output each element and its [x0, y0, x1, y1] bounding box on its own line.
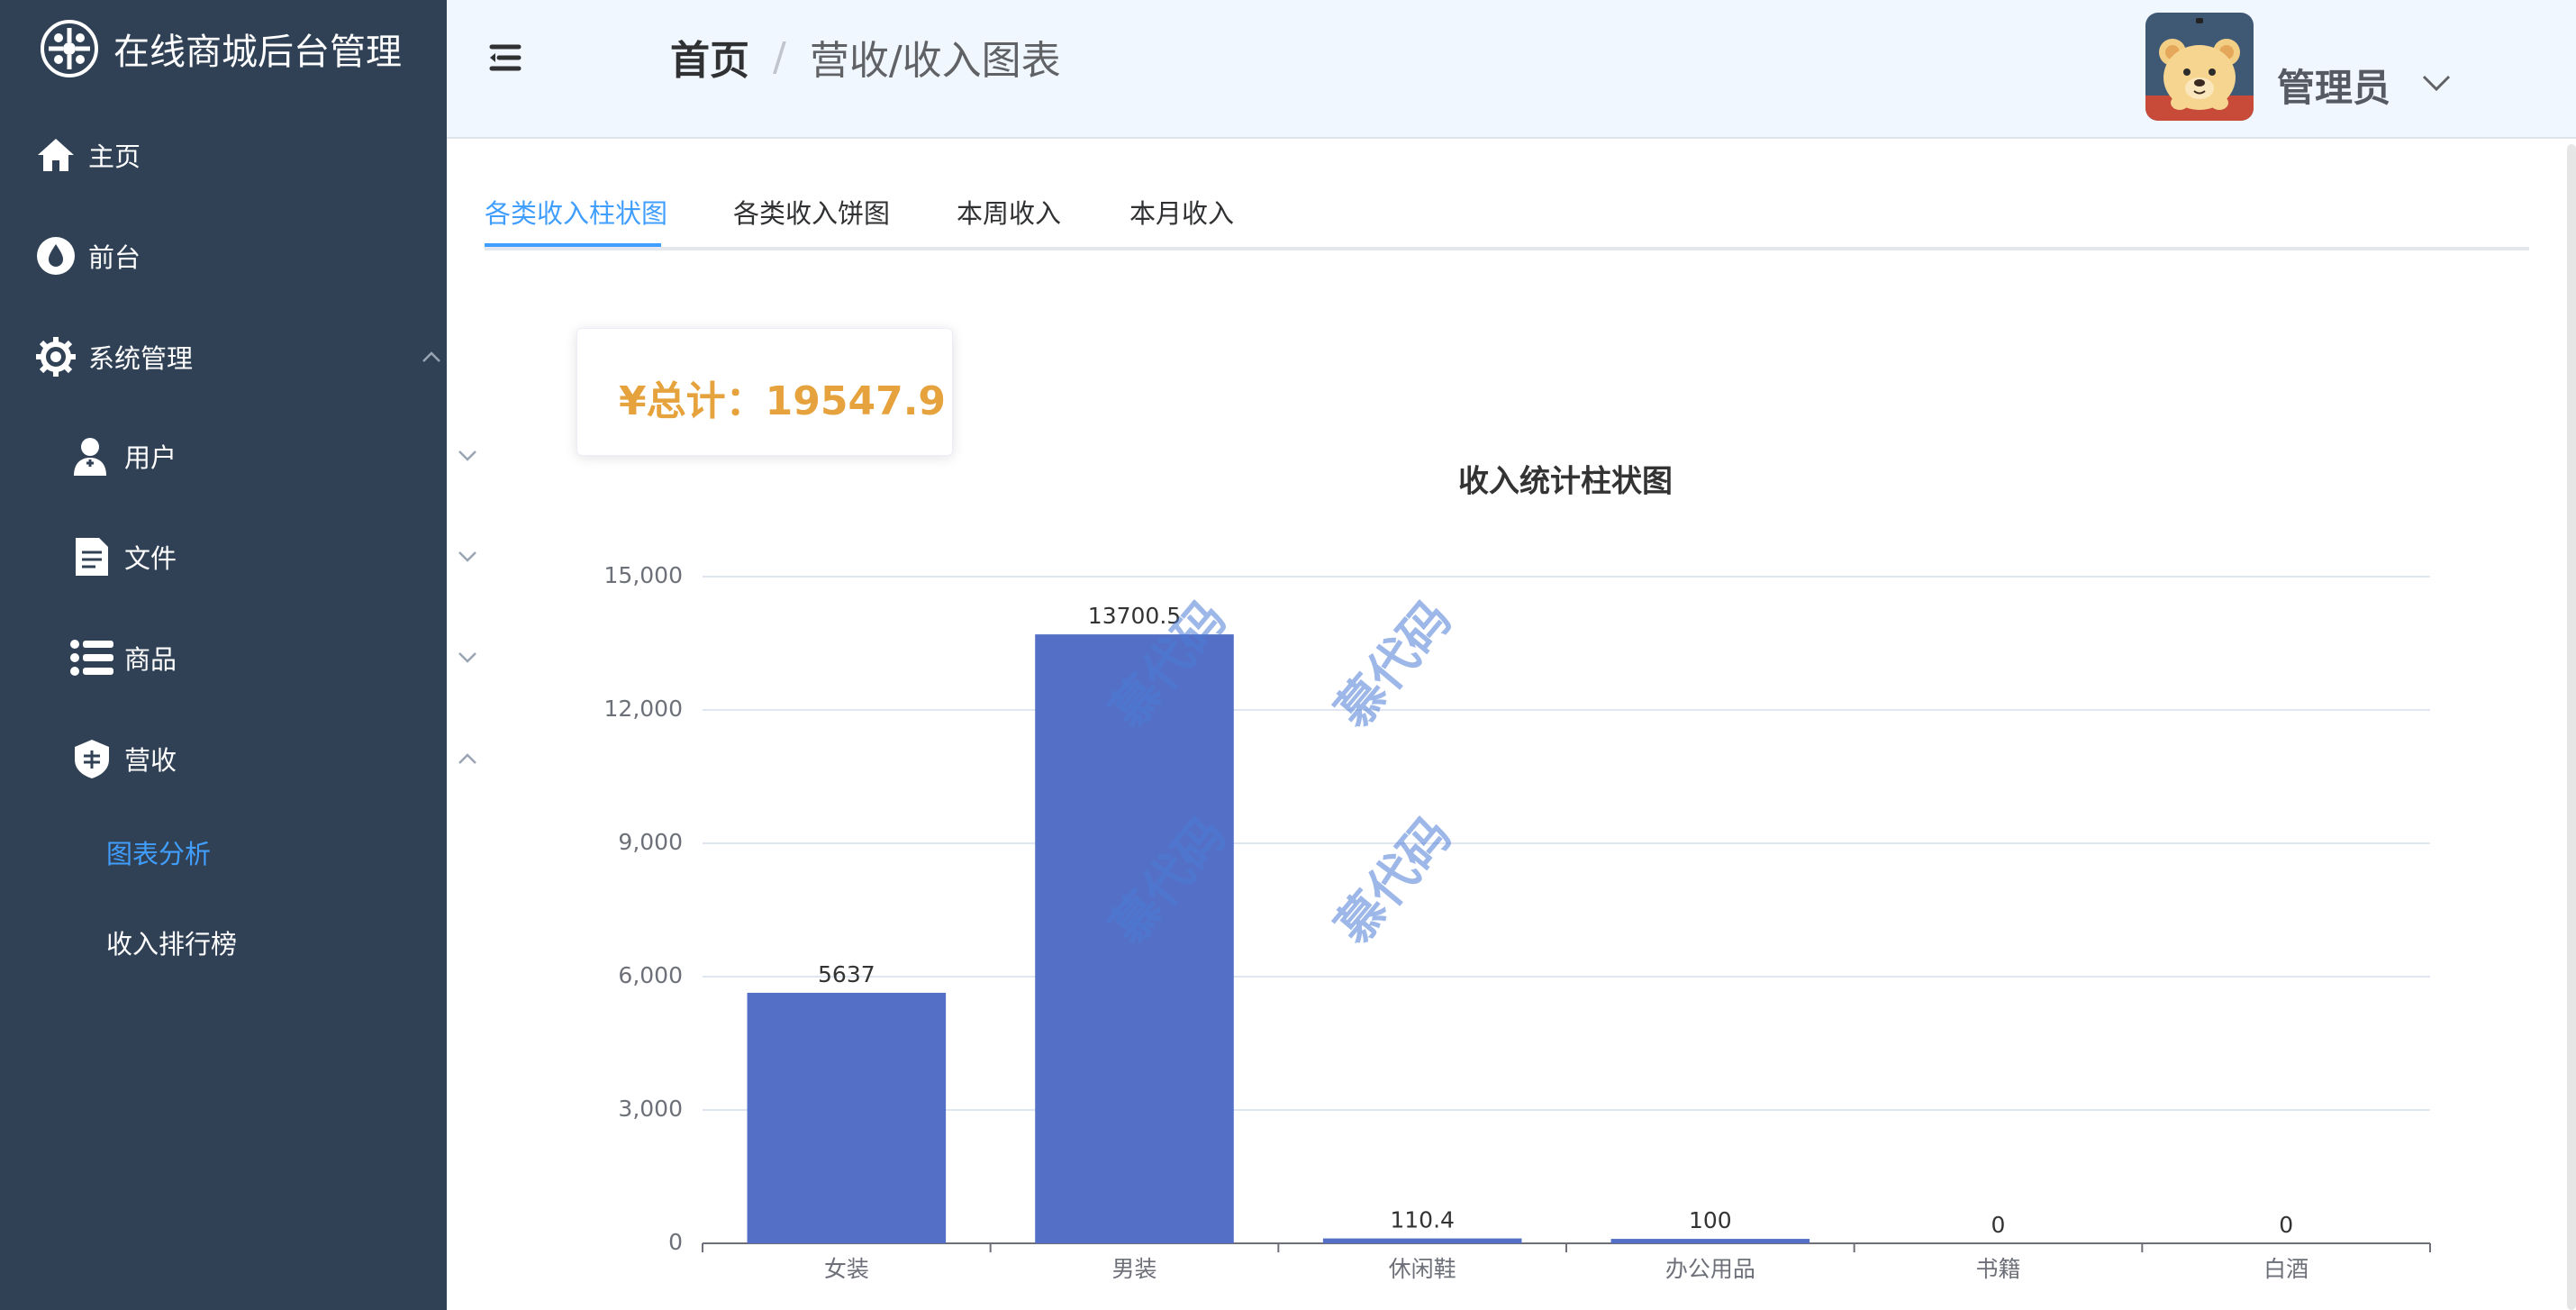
sidebar-item-label: 前台	[88, 242, 141, 273]
app-title: 在线商城后台管理	[113, 32, 402, 73]
sidebar-subitem-chart-analysis[interactable]: 图表分析	[0, 807, 553, 897]
breadcrumb-separator: /	[773, 33, 786, 80]
page-scrollbar[interactable]	[2567, 144, 2576, 1310]
sidebar-subitem-label: 收入排行榜	[106, 929, 238, 960]
x-tick-label: 书籍	[1975, 1256, 2020, 1282]
sidebar-item-user[interactable]: 用户	[0, 405, 517, 506]
sidebar: 在线商城后台管理 主页 前台 系统管理 用户 文件 商品 营收 图表分析 收入排…	[0, 0, 476, 1310]
bar-data-label: 100	[1689, 1207, 1732, 1233]
bar-data-label: 110.4	[1390, 1207, 1455, 1233]
bar-data-label: 5637	[818, 961, 875, 987]
user-name[interactable]: 管理员	[2277, 58, 2390, 113]
bar-data-label: 0	[2279, 1212, 2293, 1238]
watermark-text: 慕代码	[1325, 590, 1462, 739]
bar	[747, 992, 947, 1243]
collapse-menu-icon[interactable]	[485, 38, 524, 77]
top-header: 首页 / 营收/收入图表 管理员	[447, 0, 2576, 139]
x-tick-label: 办公用品	[1665, 1256, 1755, 1282]
chevron-down-icon[interactable]	[2421, 74, 2452, 92]
chevron-down-icon	[458, 450, 476, 461]
document-icon	[70, 535, 113, 578]
sidebar-item-front[interactable]: 前台	[0, 205, 481, 306]
sidebar-item-goods[interactable]: 商品	[0, 607, 517, 708]
sidebar-item-label: 商品	[124, 644, 177, 675]
gear-icon	[34, 335, 77, 378]
chevron-up-icon	[458, 753, 476, 764]
bar	[1610, 1239, 1810, 1243]
tab-active-indicator	[485, 243, 661, 247]
x-tick-label: 休闲鞋	[1389, 1256, 1456, 1282]
user-plus-icon	[70, 434, 113, 478]
list-icon	[70, 636, 113, 679]
sidebar-item-system[interactable]: 系统管理	[0, 306, 481, 407]
badge-icon	[70, 737, 113, 780]
home-icon	[34, 133, 77, 177]
tab-weekly-revenue[interactable]: 本周收入	[957, 193, 1061, 231]
y-tick-label: 3,000	[618, 1096, 683, 1122]
total-revenue: ¥总计：19547.9	[619, 378, 947, 424]
y-tick-label: 12,000	[604, 696, 683, 722]
chevron-down-icon	[458, 551, 476, 562]
avatar[interactable]	[2145, 13, 2254, 121]
sidebar-item-file[interactable]: 文件	[0, 506, 517, 607]
sidebar-item-label: 营收	[124, 745, 177, 776]
chevron-down-icon	[458, 652, 476, 663]
chart-title: 收入统计柱状图	[1458, 464, 1673, 500]
app-logo-icon	[41, 20, 98, 77]
bar	[1322, 1238, 1522, 1243]
chevron-up-icon	[422, 351, 440, 362]
sidebar-item-revenue[interactable]: 营收	[0, 708, 517, 809]
chart-tabs: 各类收入柱状图 各类收入饼图 本周收入 本月收入	[485, 180, 2529, 250]
x-tick-label: 女装	[824, 1256, 869, 1282]
breadcrumb-home[interactable]: 首页	[670, 28, 749, 86]
bar-chart-svg: 收入统计柱状图 0 3,000 6,000 9,000 12,000 15,000 5637 女…	[604, 464, 2431, 1282]
x-tick-label: 男装	[1111, 1256, 1156, 1282]
tab-pie-chart[interactable]: 各类收入饼图	[733, 193, 890, 231]
brand[interactable]: 在线商城后台管理	[40, 14, 402, 83]
x-tick-label: 白酒	[2263, 1256, 2308, 1282]
tab-bar-chart[interactable]: 各类收入柱状图	[485, 193, 667, 231]
sidebar-item-label: 主页	[88, 141, 141, 172]
total-card: ¥总计：19547.9	[576, 328, 953, 456]
sidebar-item-label: 用户	[124, 442, 177, 473]
sidebar-item-label: 系统管理	[88, 343, 194, 374]
watermark-text: 慕代码	[1325, 806, 1462, 955]
droplet-icon	[34, 234, 77, 277]
y-tick-label: 0	[668, 1229, 683, 1255]
revenue-bar-chart: 收入统计柱状图 0 3,000 6,000 9,000 12,000 15,000 5637 女…	[576, 459, 2486, 1310]
breadcrumb-current: 营收/收入图表	[809, 38, 1061, 84]
sidebar-subitem-label: 图表分析	[106, 839, 212, 869]
sidebar-subitem-revenue-ranking[interactable]: 收入排行榜	[0, 897, 553, 987]
sidebar-item-label: 文件	[124, 543, 177, 574]
sidebar-item-home[interactable]: 主页	[0, 105, 481, 205]
tab-monthly-revenue[interactable]: 本月收入	[1129, 193, 1234, 231]
y-tick-label: 15,000	[604, 562, 683, 588]
bar-data-label: 0	[1991, 1212, 2006, 1238]
y-tick-label: 6,000	[618, 962, 683, 988]
breadcrumb: 首页 / 营收/收入图表	[670, 25, 1061, 88]
y-tick-label: 9,000	[618, 829, 683, 855]
